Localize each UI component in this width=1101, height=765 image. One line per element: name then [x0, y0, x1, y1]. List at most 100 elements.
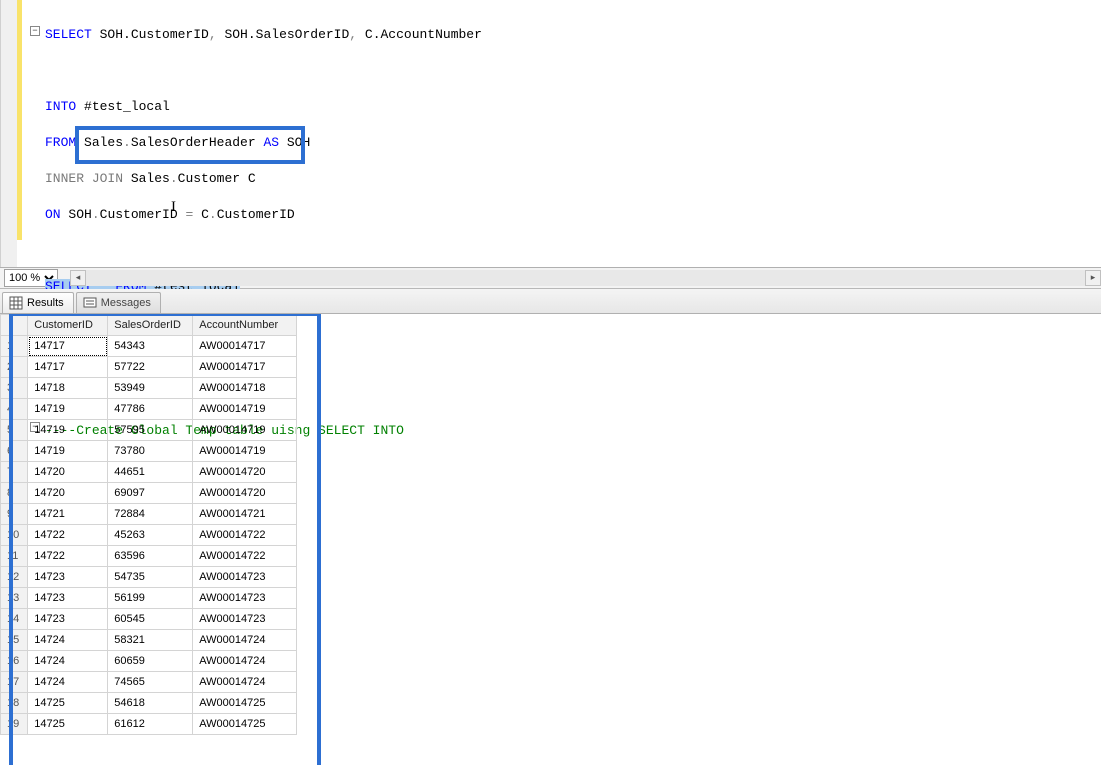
- col-header-accountnumber[interactable]: AccountNumber: [193, 315, 297, 336]
- cell-accountnumber[interactable]: AW00014723: [193, 588, 297, 609]
- cell-salesorderid[interactable]: 47786: [108, 399, 193, 420]
- cell-salesorderid[interactable]: 60659: [108, 651, 193, 672]
- cell-customerid[interactable]: 14724: [28, 651, 108, 672]
- row-number: 10: [1, 525, 28, 546]
- cell-salesorderid[interactable]: 60545: [108, 609, 193, 630]
- cell-customerid[interactable]: 14722: [28, 546, 108, 567]
- cell-accountnumber[interactable]: AW00014717: [193, 336, 297, 357]
- cell-accountnumber[interactable]: AW00014724: [193, 651, 297, 672]
- table-row[interactable]: 51471957595AW00014719: [1, 420, 297, 441]
- cell-salesorderid[interactable]: 74565: [108, 672, 193, 693]
- fold-minus-icon[interactable]: −: [30, 26, 40, 36]
- cell-customerid[interactable]: 14723: [28, 609, 108, 630]
- cell-salesorderid[interactable]: 69097: [108, 483, 193, 504]
- row-number: 1: [1, 336, 28, 357]
- cell-accountnumber[interactable]: AW00014720: [193, 462, 297, 483]
- cell-customerid[interactable]: 14724: [28, 672, 108, 693]
- cell-customerid[interactable]: 14723: [28, 567, 108, 588]
- tab-messages-label: Messages: [101, 297, 151, 309]
- tab-results[interactable]: Results: [2, 292, 74, 313]
- cell-salesorderid[interactable]: 57595: [108, 420, 193, 441]
- table-row[interactable]: 101472245263AW00014722: [1, 525, 297, 546]
- cell-accountnumber[interactable]: AW00014720: [193, 483, 297, 504]
- table-row[interactable]: 21471757722AW00014717: [1, 357, 297, 378]
- table-row[interactable]: 71472044651AW00014720: [1, 462, 297, 483]
- table-row[interactable]: 171472474565AW00014724: [1, 672, 297, 693]
- cell-accountnumber[interactable]: AW00014722: [193, 525, 297, 546]
- cell-accountnumber[interactable]: AW00014721: [193, 504, 297, 525]
- table-row[interactable]: 111472263596AW00014722: [1, 546, 297, 567]
- cell-accountnumber[interactable]: AW00014722: [193, 546, 297, 567]
- cell-customerid[interactable]: 14719: [28, 399, 108, 420]
- col-header-customerid[interactable]: CustomerID: [28, 315, 108, 336]
- row-number: 2: [1, 357, 28, 378]
- messages-icon: [83, 296, 97, 310]
- grid-corner: [1, 315, 28, 336]
- row-number: 18: [1, 693, 28, 714]
- row-number: 4: [1, 399, 28, 420]
- cell-salesorderid[interactable]: 54735: [108, 567, 193, 588]
- cell-customerid[interactable]: 14723: [28, 588, 108, 609]
- col-header-salesorderid[interactable]: SalesOrderID: [108, 315, 193, 336]
- cell-customerid[interactable]: 14724: [28, 630, 108, 651]
- cell-accountnumber[interactable]: AW00014724: [193, 630, 297, 651]
- table-row[interactable]: 91472172884AW00014721: [1, 504, 297, 525]
- cell-customerid[interactable]: 14725: [28, 714, 108, 735]
- table-row[interactable]: 141472360545AW00014723: [1, 609, 297, 630]
- row-number: 14: [1, 609, 28, 630]
- cell-salesorderid[interactable]: 57722: [108, 357, 193, 378]
- scroll-right-icon[interactable]: ▸: [1085, 270, 1101, 286]
- cell-customerid[interactable]: 14718: [28, 378, 108, 399]
- cell-customerid[interactable]: 14725: [28, 693, 108, 714]
- cell-accountnumber[interactable]: AW00014725: [193, 693, 297, 714]
- scroll-left-icon[interactable]: ◂: [70, 270, 86, 286]
- cell-salesorderid[interactable]: 58321: [108, 630, 193, 651]
- table-row[interactable]: 151472458321AW00014724: [1, 630, 297, 651]
- row-number: 12: [1, 567, 28, 588]
- cell-accountnumber[interactable]: AW00014725: [193, 714, 297, 735]
- cell-salesorderid[interactable]: 56199: [108, 588, 193, 609]
- editor-horizontal-scrollbar[interactable]: ◂ ▸: [70, 270, 1101, 286]
- cell-customerid[interactable]: 14717: [28, 336, 108, 357]
- table-row[interactable]: 31471853949AW00014718: [1, 378, 297, 399]
- cell-salesorderid[interactable]: 63596: [108, 546, 193, 567]
- row-number: 6: [1, 441, 28, 462]
- table-row[interactable]: 121472354735AW00014723: [1, 567, 297, 588]
- table-row[interactable]: 61471973780AW00014719: [1, 441, 297, 462]
- table-row[interactable]: 181472554618AW00014725: [1, 693, 297, 714]
- cell-customerid[interactable]: 14719: [28, 420, 108, 441]
- cell-customerid[interactable]: 14717: [28, 357, 108, 378]
- cell-accountnumber[interactable]: AW00014724: [193, 672, 297, 693]
- cell-salesorderid[interactable]: 73780: [108, 441, 193, 462]
- results-grid[interactable]: CustomerID SalesOrderID AccountNumber 11…: [0, 314, 297, 735]
- table-row[interactable]: 41471947786AW00014719: [1, 399, 297, 420]
- cell-accountnumber[interactable]: AW00014717: [193, 357, 297, 378]
- table-row[interactable]: 191472561612AW00014725: [1, 714, 297, 735]
- cell-salesorderid[interactable]: 54343: [108, 336, 193, 357]
- cell-accountnumber[interactable]: AW00014719: [193, 420, 297, 441]
- cell-accountnumber[interactable]: AW00014723: [193, 609, 297, 630]
- cell-salesorderid[interactable]: 53949: [108, 378, 193, 399]
- cell-customerid[interactable]: 14721: [28, 504, 108, 525]
- cell-accountnumber[interactable]: AW00014719: [193, 399, 297, 420]
- tab-messages[interactable]: Messages: [76, 292, 161, 313]
- editor-gutter: [17, 0, 41, 267]
- cell-salesorderid[interactable]: 44651: [108, 462, 193, 483]
- cell-customerid[interactable]: 14722: [28, 525, 108, 546]
- cell-salesorderid[interactable]: 54618: [108, 693, 193, 714]
- cell-salesorderid[interactable]: 45263: [108, 525, 193, 546]
- table-row[interactable]: 131472356199AW00014723: [1, 588, 297, 609]
- cell-salesorderid[interactable]: 61612: [108, 714, 193, 735]
- editor-vertical-scrollbar[interactable]: [0, 0, 17, 267]
- cell-accountnumber[interactable]: AW00014723: [193, 567, 297, 588]
- cell-customerid[interactable]: 14719: [28, 441, 108, 462]
- sql-editor[interactable]: −SELECT SOH.CustomerID, SOH.SalesOrderID…: [41, 0, 1101, 267]
- table-row[interactable]: 81472069097AW00014720: [1, 483, 297, 504]
- table-row[interactable]: 161472460659AW00014724: [1, 651, 297, 672]
- cell-accountnumber[interactable]: AW00014718: [193, 378, 297, 399]
- cell-salesorderid[interactable]: 72884: [108, 504, 193, 525]
- cell-customerid[interactable]: 14720: [28, 483, 108, 504]
- cell-customerid[interactable]: 14720: [28, 462, 108, 483]
- cell-accountnumber[interactable]: AW00014719: [193, 441, 297, 462]
- table-row[interactable]: 11471754343AW00014717: [1, 336, 297, 357]
